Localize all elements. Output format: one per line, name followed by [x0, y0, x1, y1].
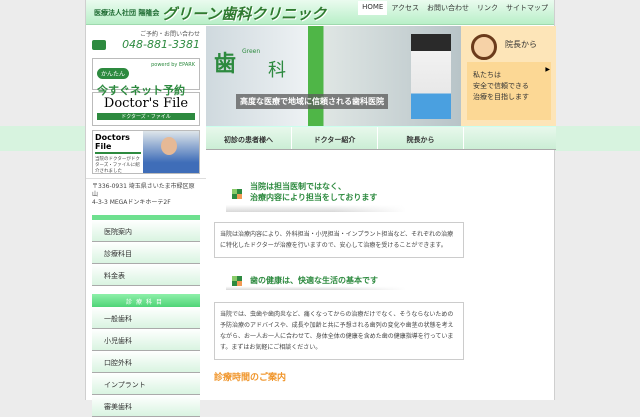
main: 歯 科 Green 高度な医療で地域に信頼される歯科医院 院長から 私たちは安全…: [206, 26, 556, 383]
director-avatar: [471, 34, 497, 60]
nav-access[interactable]: アクセス: [387, 1, 423, 15]
nav-contact[interactable]: お問い合わせ: [423, 1, 473, 15]
phone-number[interactable]: 048-881-3381: [122, 38, 200, 51]
doctors-file-title: Doctor's File: [103, 96, 189, 111]
menu-item-about[interactable]: 医院案内: [92, 220, 200, 242]
heading-line: 治療内容により担当をしております: [250, 193, 378, 202]
phone-label: ご予約・お問い合わせ: [139, 31, 200, 38]
net-reservation-banner[interactable]: かんたん powerd by EPARK 今すぐネット予約: [92, 58, 200, 97]
section-heading: 当院は担当医制ではなく、治療内容により担当をしております: [226, 176, 406, 212]
address-line: 4-3-3 MEGAドンキホーテ2F: [92, 199, 171, 206]
sign-small: Green: [242, 48, 261, 55]
feature-text: 当院のドクターがドクターズ・ファイルに紹介されました: [95, 157, 140, 174]
nav-home[interactable]: HOME: [358, 1, 388, 15]
heading-text: 歯の健康は、快適な生活の基本です: [250, 276, 378, 285]
menu-item-implant[interactable]: インプラント: [92, 373, 200, 395]
director-message-banner[interactable]: 院長から 私たちは安全で信頼できる 治療を目指します ▶: [461, 26, 556, 126]
sidebar: ご予約・お問い合わせ 048-881-3381 かんたん powerd by E…: [86, 26, 206, 417]
dentist-figure: [411, 34, 451, 119]
menu-item-fees[interactable]: 料金表: [92, 264, 200, 286]
tab-first-visit[interactable]: 初診の患者様へ: [206, 127, 292, 149]
powered-by: powerd by EPARK: [151, 62, 195, 68]
reservation-title: 今すぐネット予約: [97, 84, 185, 97]
section-heading: 歯の健康は、快適な生活の基本です: [226, 272, 406, 290]
msg-line: 治療を目指します: [473, 93, 529, 101]
section-text: 当院では、虫歯や歯肉炎など、痛くなってからの治療だけでなく、そうならないための予…: [214, 302, 464, 360]
site-logo[interactable]: グリーン歯科クリニック: [162, 3, 326, 24]
feature-title: Doctors File: [95, 133, 130, 151]
hero: 歯 科 Green 高度な医療で地域に信頼される歯科医院 院長から 私たちは安全…: [206, 26, 556, 126]
phone-block: ご予約・お問い合わせ 048-881-3381: [86, 26, 206, 56]
tab-director[interactable]: 院長から: [378, 127, 464, 149]
easy-badge: かんたん: [97, 68, 130, 79]
menu-header: 診療科目: [92, 294, 200, 307]
menu-item-general[interactable]: 一般歯科: [92, 307, 200, 329]
menu-item-pediatric[interactable]: 小児歯科: [92, 329, 200, 351]
hours-heading: 診療時間のご案内: [214, 373, 287, 383]
page: 医療法人社団 陽隆会 グリーン歯科クリニック HOME アクセス お問い合わせ …: [85, 0, 556, 417]
sign-text: 科: [268, 60, 286, 81]
msg-line: 私たちは: [473, 71, 501, 79]
doctor-photo: [143, 131, 199, 173]
director-title: 院長から: [505, 40, 537, 49]
nav-sitemap[interactable]: サイトマップ: [502, 1, 552, 15]
menu-item-departments[interactable]: 診療科目: [92, 242, 200, 264]
global-nav: HOME アクセス お問い合わせ リンク サイトマップ: [358, 1, 552, 15]
director-message: 私たちは安全で信頼できる 治療を目指します: [467, 62, 551, 120]
play-arrow-icon: ▶: [545, 66, 550, 73]
sign-text: 歯: [214, 52, 237, 77]
msg-line: 安全で信頼できる: [473, 82, 529, 90]
header: 医療法人社団 陽隆会 グリーン歯科クリニック HOME アクセス お問い合わせ …: [86, 0, 554, 25]
section-text: 当院は治療内容により、外科担当・小児担当・インプラント担当など、それぞれの治療に…: [214, 222, 464, 258]
address: 〒336-0931 埼玉県さいたま市緑区原山 4-3-3 MEGAドンキホーテ2F: [86, 178, 206, 211]
doctors-file-feature-banner[interactable]: Doctors File 当院のドクターがドクターズ・ファイルに紹介されました: [92, 130, 200, 174]
menu-item-cosmetic[interactable]: 審美歯科: [92, 395, 200, 417]
hero-image: 歯 科 Green 高度な医療で地域に信頼される歯科医院: [206, 26, 461, 126]
content: 当院は担当医制ではなく、治療内容により担当をしております 当院は治療内容により、…: [214, 176, 548, 383]
tab-doctors[interactable]: ドクター紹介: [292, 127, 378, 149]
nav-links[interactable]: リンク: [473, 1, 502, 15]
sub-nav: 初診の患者様へ ドクター紹介 院長から: [206, 126, 556, 150]
doctors-file-sub: ドクターズ・ファイル: [97, 113, 195, 120]
heading-line: 当院は担当医制ではなく、: [250, 182, 346, 191]
address-line: 〒336-0931 埼玉県さいたま市緑区原山: [92, 183, 195, 198]
side-menu: 医院案内 診療科目 料金表 診療科目 一般歯科 小児歯科 口腔外科 インプラント…: [92, 215, 200, 417]
square-bullet-icon: [232, 276, 242, 286]
menu-item-oral-surgery[interactable]: 口腔外科: [92, 351, 200, 373]
phone-icon: [92, 39, 106, 50]
hero-caption: 高度な医療で地域に信頼される歯科医院: [236, 94, 388, 109]
square-bullet-icon: [232, 189, 242, 199]
corp-name: 医療法人社団 陽隆会: [94, 9, 160, 17]
